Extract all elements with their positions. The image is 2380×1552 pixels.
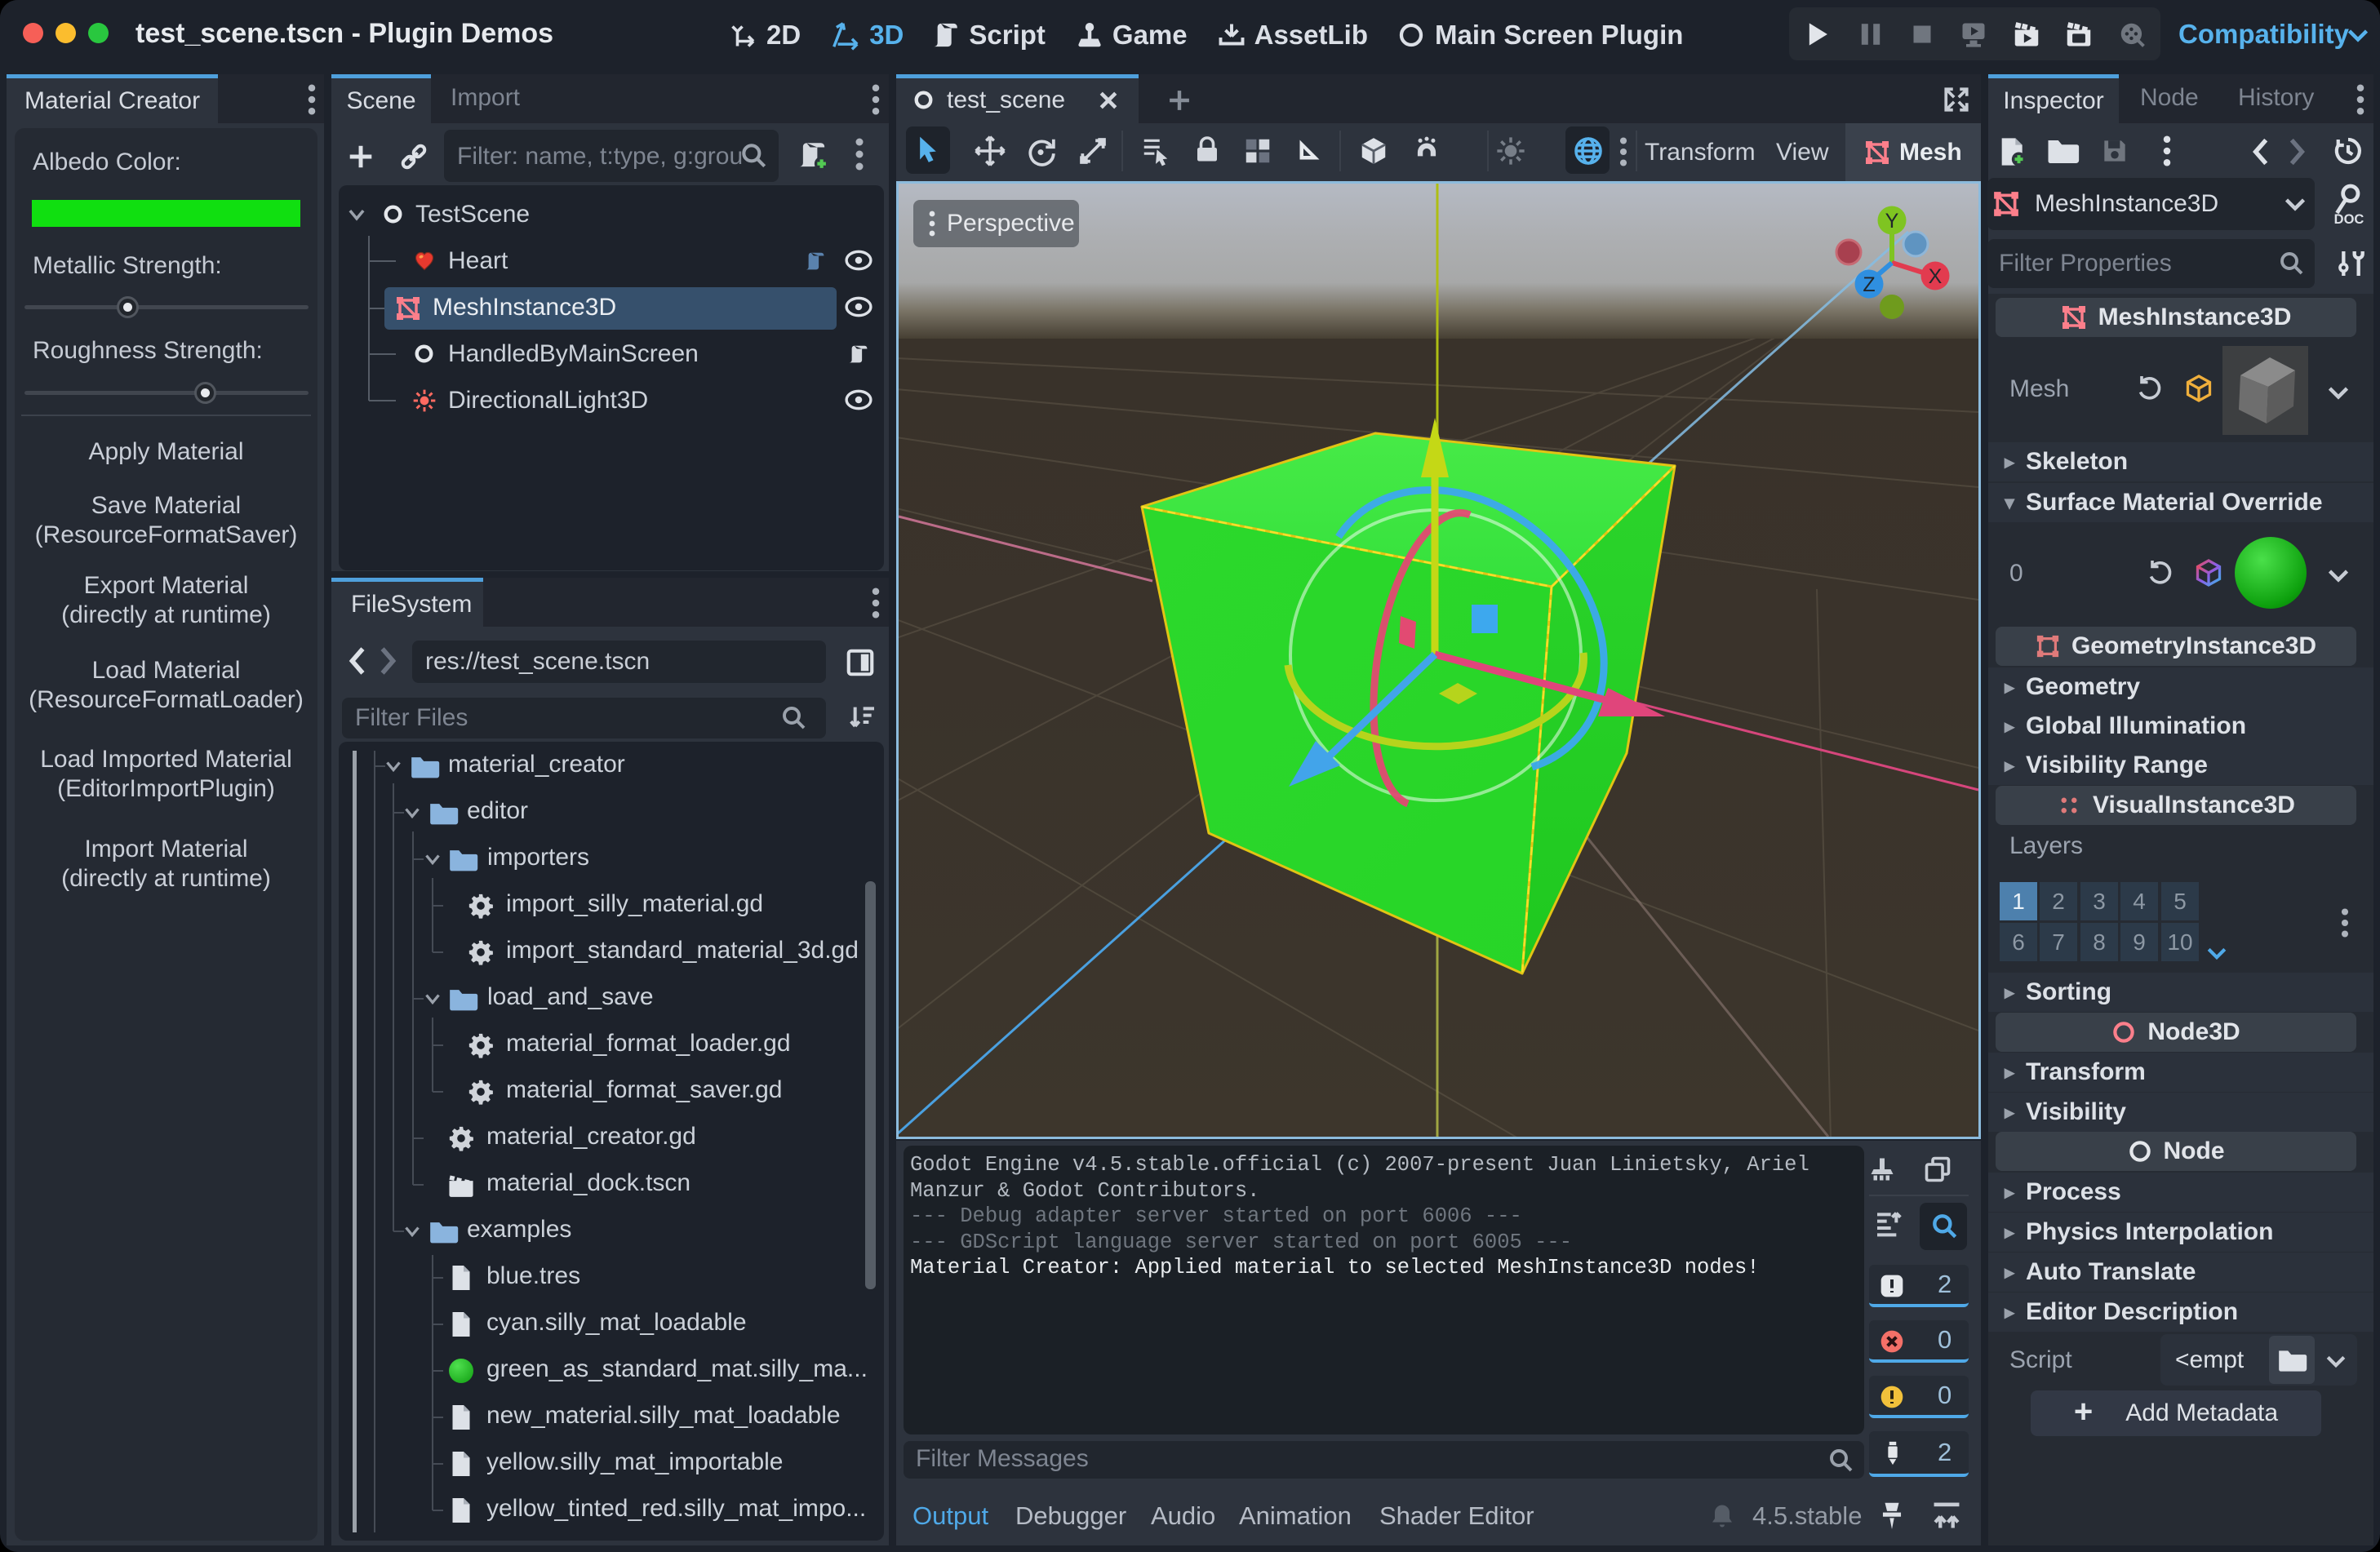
svg-text:Z: Z (1863, 273, 1875, 296)
svg-text:X: X (1929, 265, 1943, 288)
svg-text:Y: Y (1885, 210, 1899, 233)
svg-text:DOC: DOC (2334, 212, 2364, 227)
